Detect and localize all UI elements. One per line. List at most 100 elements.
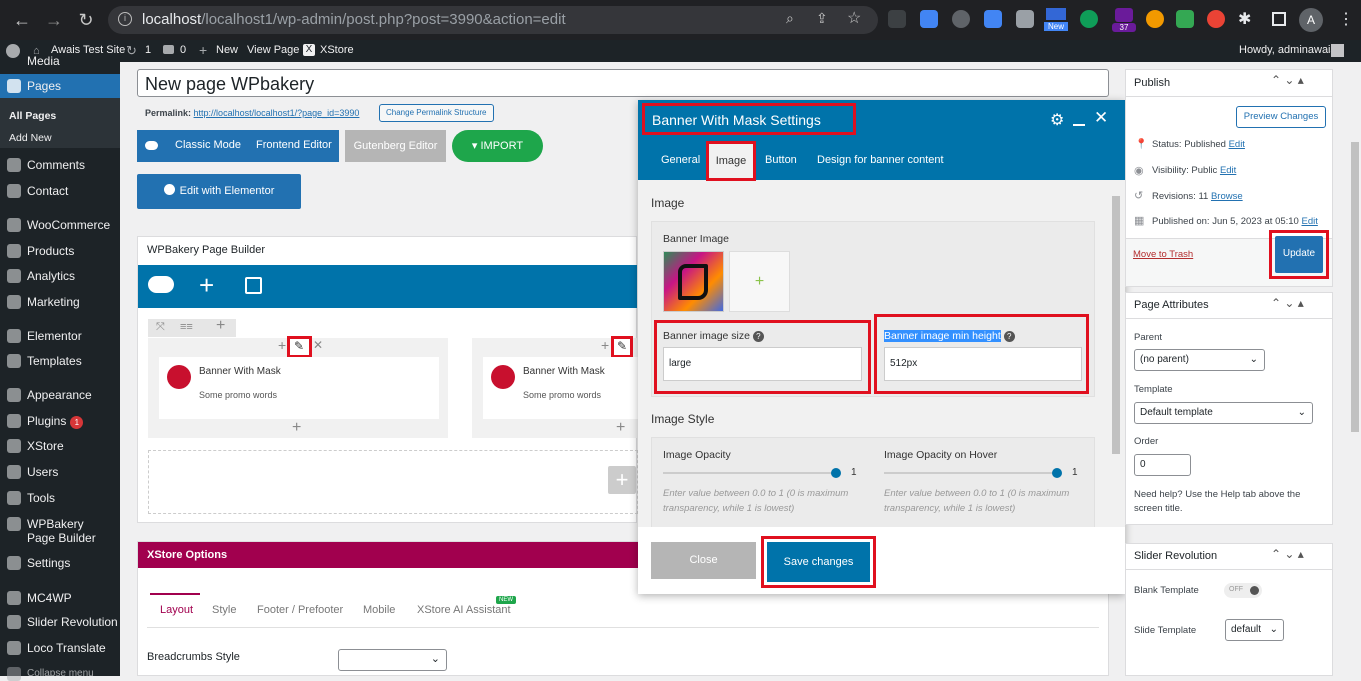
- back-icon[interactable]: ←: [10, 0, 34, 40]
- sidebar-item-xstore[interactable]: XStore: [0, 439, 120, 453]
- extension-grammarly-icon[interactable]: [1080, 10, 1098, 28]
- extension-recycle-icon[interactable]: [888, 10, 906, 28]
- sidebar-item-wpbakery[interactable]: WPBakery Page Builder: [0, 517, 120, 545]
- xstore-tab-footer-prefooter[interactable]: Footer / Prefooter: [257, 604, 343, 616]
- tab-design[interactable]: Design for banner content: [817, 154, 944, 166]
- breadcrumbs-select[interactable]: ⌄: [338, 649, 447, 671]
- visibility-edit-link[interactable]: Edit: [1220, 165, 1236, 176]
- sidebar-item-templates[interactable]: Templates: [0, 354, 120, 368]
- page-title-input[interactable]: New page WPbakery: [137, 69, 1109, 97]
- templates-icon[interactable]: [245, 277, 262, 294]
- frontend-editor-button[interactable]: Frontend Editor: [256, 139, 332, 151]
- add-row-area[interactable]: [148, 450, 638, 514]
- sidebar-item-users[interactable]: Users: [0, 465, 120, 479]
- xstore-tab-xstore-ai-assistant[interactable]: XStore AI Assistant: [417, 604, 511, 616]
- extension-moon-icon[interactable]: [1146, 10, 1164, 28]
- xstore-link[interactable]: XStore: [320, 44, 354, 56]
- slide-template-select[interactable]: default ⌄: [1225, 619, 1284, 641]
- column-add-icon[interactable]: +: [292, 419, 301, 437]
- edit-element-pencil-icon[interactable]: ✎: [287, 336, 312, 358]
- extension-globe-icon[interactable]: [952, 10, 970, 28]
- change-permalink-button[interactable]: Change Permalink Structure: [379, 104, 494, 122]
- element-close-icon[interactable]: ✕: [313, 338, 323, 352]
- preview-changes-button[interactable]: Preview Changes: [1236, 106, 1326, 128]
- extension-chrome-icon[interactable]: [1207, 10, 1225, 28]
- forward-icon[interactable]: →: [42, 0, 66, 40]
- share-icon[interactable]: ⇪: [816, 10, 828, 27]
- save-changes-button[interactable]: Save changes: [767, 542, 870, 582]
- banner-element-card[interactable]: Banner With Mask Some promo words: [483, 357, 638, 419]
- extension-news-icon[interactable]: New: [1044, 8, 1068, 34]
- sidebar-item-woocommerce[interactable]: WooCommerce: [0, 218, 120, 232]
- view-page-link[interactable]: View Page: [247, 44, 299, 56]
- info-icon[interactable]: i: [118, 12, 132, 26]
- sidebar-subitem-all-pages[interactable]: All Pages: [0, 110, 120, 122]
- extension-counter-icon[interactable]: 37: [1112, 8, 1136, 34]
- sidebar-item-analytics[interactable]: Analytics: [0, 269, 120, 283]
- move-to-trash-link[interactable]: Move to Trash: [1133, 249, 1193, 260]
- sidebar-item-tools[interactable]: Tools: [0, 491, 120, 505]
- close-icon[interactable]: ✕: [1094, 108, 1108, 128]
- browse-link[interactable]: Browse: [1211, 191, 1243, 202]
- reload-icon[interactable]: ↻: [74, 0, 98, 40]
- xstore-tab-layout[interactable]: Layout: [160, 604, 193, 616]
- sidebar-item-mc4wp[interactable]: MC4WP: [0, 591, 120, 605]
- banner-element-card[interactable]: Banner With Mask Some promo words: [159, 357, 439, 419]
- order-input[interactable]: 0: [1134, 454, 1191, 476]
- modal-scrollbar-thumb[interactable]: [1112, 196, 1120, 454]
- image-size-input[interactable]: large: [663, 347, 862, 381]
- element-add-icon[interactable]: +: [278, 337, 286, 353]
- element-add-icon[interactable]: +: [601, 337, 609, 353]
- profile-avatar[interactable]: A: [1299, 8, 1323, 32]
- box-controls-icon[interactable]: ⌃ ⌄ ▴: [1271, 73, 1304, 87]
- box-controls-icon[interactable]: ⌃ ⌄ ▴: [1271, 296, 1304, 310]
- update-button[interactable]: Update: [1275, 236, 1323, 273]
- sidebar-item-contact[interactable]: Contact: [0, 184, 120, 198]
- xstore-tab-style[interactable]: Style: [212, 604, 236, 616]
- sidebar-item-settings[interactable]: Settings: [0, 556, 120, 570]
- column-add-icon[interactable]: +: [616, 419, 625, 437]
- opacity-slider-track[interactable]: [663, 472, 839, 474]
- help-icon[interactable]: ?: [1003, 331, 1015, 342]
- page-scrollbar[interactable]: [1349, 62, 1361, 676]
- parent-select[interactable]: (no parent) ⌄: [1134, 349, 1265, 371]
- sidebar-item-media[interactable]: Media: [0, 54, 120, 68]
- published-edit-link[interactable]: Edit: [1301, 216, 1317, 227]
- modal-scrollbar[interactable]: [1110, 182, 1122, 527]
- opacity-hover-slider-track[interactable]: [884, 472, 1060, 474]
- import-button[interactable]: ▾ IMPORT: [452, 130, 543, 162]
- new-link[interactable]: New: [216, 44, 238, 56]
- row-drag-icon[interactable]: ⤧: [156, 321, 165, 334]
- sidebar-item-collapse[interactable]: Collapse menu: [0, 667, 120, 681]
- blank-template-toggle[interactable]: OFF: [1224, 583, 1262, 598]
- sidebar-item-slider-revolution[interactable]: Slider Revolution: [0, 615, 120, 629]
- zoom-icon[interactable]: ⌕: [786, 10, 794, 27]
- gutenberg-editor-button[interactable]: Gutenberg Editor: [345, 130, 446, 162]
- extension-translate-icon[interactable]: [984, 10, 1002, 28]
- sidebar-item-elementor[interactable]: Elementor: [0, 329, 120, 343]
- extension-color-icon[interactable]: [1176, 10, 1194, 28]
- puzzle-icon[interactable]: ✱: [1238, 9, 1251, 29]
- classic-mode-button[interactable]: Classic Mode: [175, 139, 241, 151]
- comments-count[interactable]: 0: [180, 44, 186, 56]
- minimize-icon[interactable]: [1073, 124, 1085, 126]
- row-add-icon[interactable]: +: [216, 317, 225, 335]
- edit-with-elementor-button[interactable]: Edit with Elementor: [137, 174, 301, 209]
- sidebar-subitem-add-new[interactable]: Add New: [0, 132, 120, 144]
- banner-image-thumbnail[interactable]: [663, 251, 724, 312]
- sidebar-item-comments[interactable]: Comments: [0, 158, 120, 172]
- add-image-icon[interactable]: +: [729, 251, 790, 312]
- tab-button[interactable]: Button: [765, 154, 797, 166]
- sidepanel-icon[interactable]: [1272, 12, 1286, 26]
- tab-general[interactable]: General: [661, 154, 700, 166]
- menu-dots-icon[interactable]: ⋮: [1338, 9, 1354, 29]
- edit-element-pencil-icon[interactable]: ✎: [611, 336, 633, 358]
- help-icon[interactable]: ?: [752, 331, 764, 342]
- extension-docs-icon[interactable]: [920, 10, 938, 28]
- tab-image[interactable]: Image: [706, 141, 756, 181]
- min-height-input[interactable]: 512px: [884, 347, 1082, 381]
- opacity-slider-handle[interactable]: [831, 468, 841, 478]
- sidebar-item-appearance[interactable]: Appearance: [0, 388, 120, 402]
- row-layout-icon[interactable]: ≡≡: [180, 321, 193, 333]
- updates-count[interactable]: 1: [145, 44, 151, 56]
